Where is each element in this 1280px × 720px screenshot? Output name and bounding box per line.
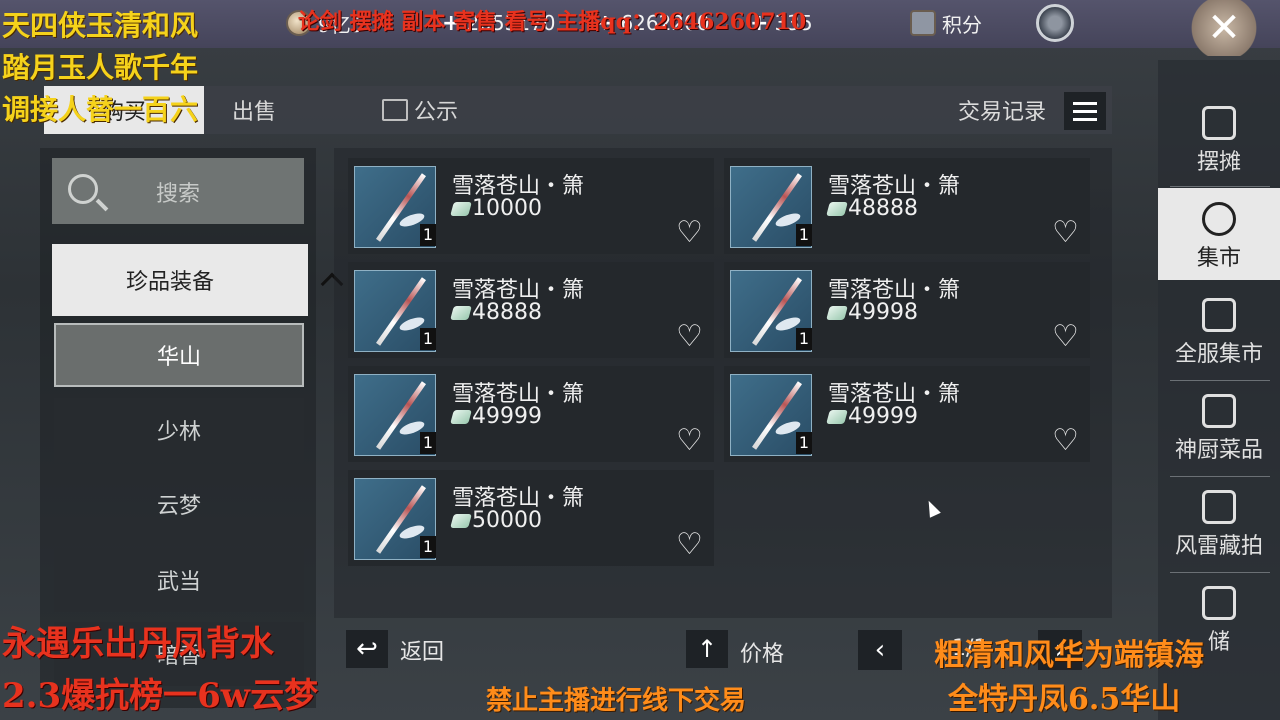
currency-gem-icon	[450, 410, 472, 424]
sort-price-button[interactable]: 价格	[740, 636, 784, 668]
nav-chef-dishes[interactable]: 神厨菜品	[1158, 380, 1280, 472]
nav-market[interactable]: 集市	[1158, 188, 1280, 280]
overlay-text-bl2: 2.3爆抗榜一6w云梦	[2, 676, 319, 716]
back-arrow-icon[interactable]: ↩	[346, 630, 388, 668]
close-button[interactable]: ✕	[1188, 0, 1260, 56]
favorite-heart-icon[interactable]: ♡	[676, 218, 703, 248]
overlay-text-bl1: 永遇乐出丹凤背水	[2, 624, 274, 664]
shield-icon	[910, 10, 936, 36]
item-price: 50000	[472, 508, 542, 533]
favorite-heart-icon[interactable]: ♡	[676, 426, 703, 456]
nav-server-market[interactable]: 全服集市	[1158, 284, 1280, 376]
stall-icon	[1202, 106, 1236, 140]
item-quantity: 1	[420, 328, 436, 350]
item-quantity: 1	[420, 432, 436, 454]
search-icon	[68, 174, 98, 204]
listing-card[interactable]: 1 雪落苍山・箫 10000 ♡	[348, 158, 714, 254]
overlay-text-tl2: 踏月玉人歌千年	[2, 51, 199, 84]
points[interactable]: 积分	[910, 8, 982, 38]
category-item-shaolin[interactable]: 少林	[54, 398, 304, 462]
item-quantity: 1	[796, 432, 812, 454]
currency-gem-icon	[826, 410, 848, 424]
board-icon	[382, 99, 408, 121]
category-item-huashan[interactable]: 华山	[54, 323, 304, 387]
item-quantity: 1	[796, 224, 812, 246]
item-quantity: 1	[420, 536, 436, 558]
list-icon[interactable]	[1064, 92, 1106, 130]
item-quantity: 1	[420, 224, 436, 246]
search-button[interactable]: 搜索	[52, 158, 304, 224]
item-price: 48888	[472, 300, 542, 325]
overlay-text-br2: 全特丹凤6.5华山	[948, 682, 1181, 717]
overlay-text-bottom: 禁止主播进行线下交易	[486, 686, 747, 716]
tab-notice[interactable]: 公示	[382, 86, 458, 134]
currency-gem-icon	[826, 306, 848, 320]
favorite-heart-icon[interactable]: ♡	[676, 322, 703, 352]
item-price: 49999	[848, 404, 918, 429]
scale-icon	[1202, 298, 1236, 332]
tab-bar	[44, 86, 1112, 134]
currency-gem-icon	[450, 306, 472, 320]
favorite-heart-icon[interactable]: ♡	[1052, 218, 1079, 248]
back-button[interactable]: 返回	[400, 634, 444, 666]
trade-records-link[interactable]: 交易记录	[958, 90, 1046, 130]
gavel-icon	[1202, 490, 1236, 524]
currency-gem-icon	[450, 514, 472, 528]
overlay-text-br1: 粗清和风华为端镇海	[934, 638, 1204, 673]
item-price: 10000	[472, 196, 542, 221]
category-header[interactable]: 珍品装备	[52, 244, 344, 316]
item-price: 48888	[848, 196, 918, 221]
category-item-yunmeng[interactable]: 云梦	[54, 472, 304, 536]
item-price: 49998	[848, 300, 918, 325]
nav-auction[interactable]: 风雷藏拍	[1158, 476, 1280, 568]
listing-card[interactable]: 1 雪落苍山・箫 48888 ♡	[724, 158, 1090, 254]
listing-card[interactable]: 1 雪落苍山・箫 49998 ♡	[724, 262, 1090, 358]
overlay-text-tl1: 天四侠玉清和风	[2, 9, 199, 42]
prev-page-button[interactable]: ‹	[858, 630, 902, 670]
item-price: 49999	[472, 404, 542, 429]
favorite-heart-icon[interactable]: ♡	[676, 530, 703, 560]
favorite-heart-icon[interactable]: ♡	[1052, 426, 1079, 456]
overlay-text-tl3: 调接人替一百六	[2, 93, 199, 126]
currency-gem-icon	[450, 202, 472, 216]
cookpot-icon	[1202, 394, 1236, 428]
listing-card[interactable]: 1 雪落苍山・箫 49999 ♡	[724, 366, 1090, 462]
currency-gem-icon	[826, 202, 848, 216]
scale-icon	[1202, 202, 1236, 236]
nav-stall[interactable]: 摆摊	[1158, 92, 1280, 184]
listing-card[interactable]: 1 雪落苍山・箫 49999 ♡	[348, 366, 714, 462]
listing-card[interactable]: 1 雪落苍山・箫 50000 ♡	[348, 470, 714, 566]
hand-icon	[1202, 586, 1236, 620]
tab-sell[interactable]: 出售	[232, 86, 276, 134]
item-quantity: 1	[796, 328, 812, 350]
listing-card[interactable]: 1 雪落苍山・箫 48888 ♡	[348, 262, 714, 358]
favorite-heart-icon[interactable]: ♡	[1052, 322, 1079, 352]
close-icon[interactable]: ✕	[1207, 5, 1241, 51]
gear-icon[interactable]	[1036, 4, 1074, 42]
category-item-wudang[interactable]: 武当	[54, 548, 304, 612]
overlay-text-top: 论剑 摆摊 副本 寄售 看号 主播qq：2646260710	[298, 9, 807, 35]
sort-up-icon[interactable]: ↑	[686, 630, 728, 668]
